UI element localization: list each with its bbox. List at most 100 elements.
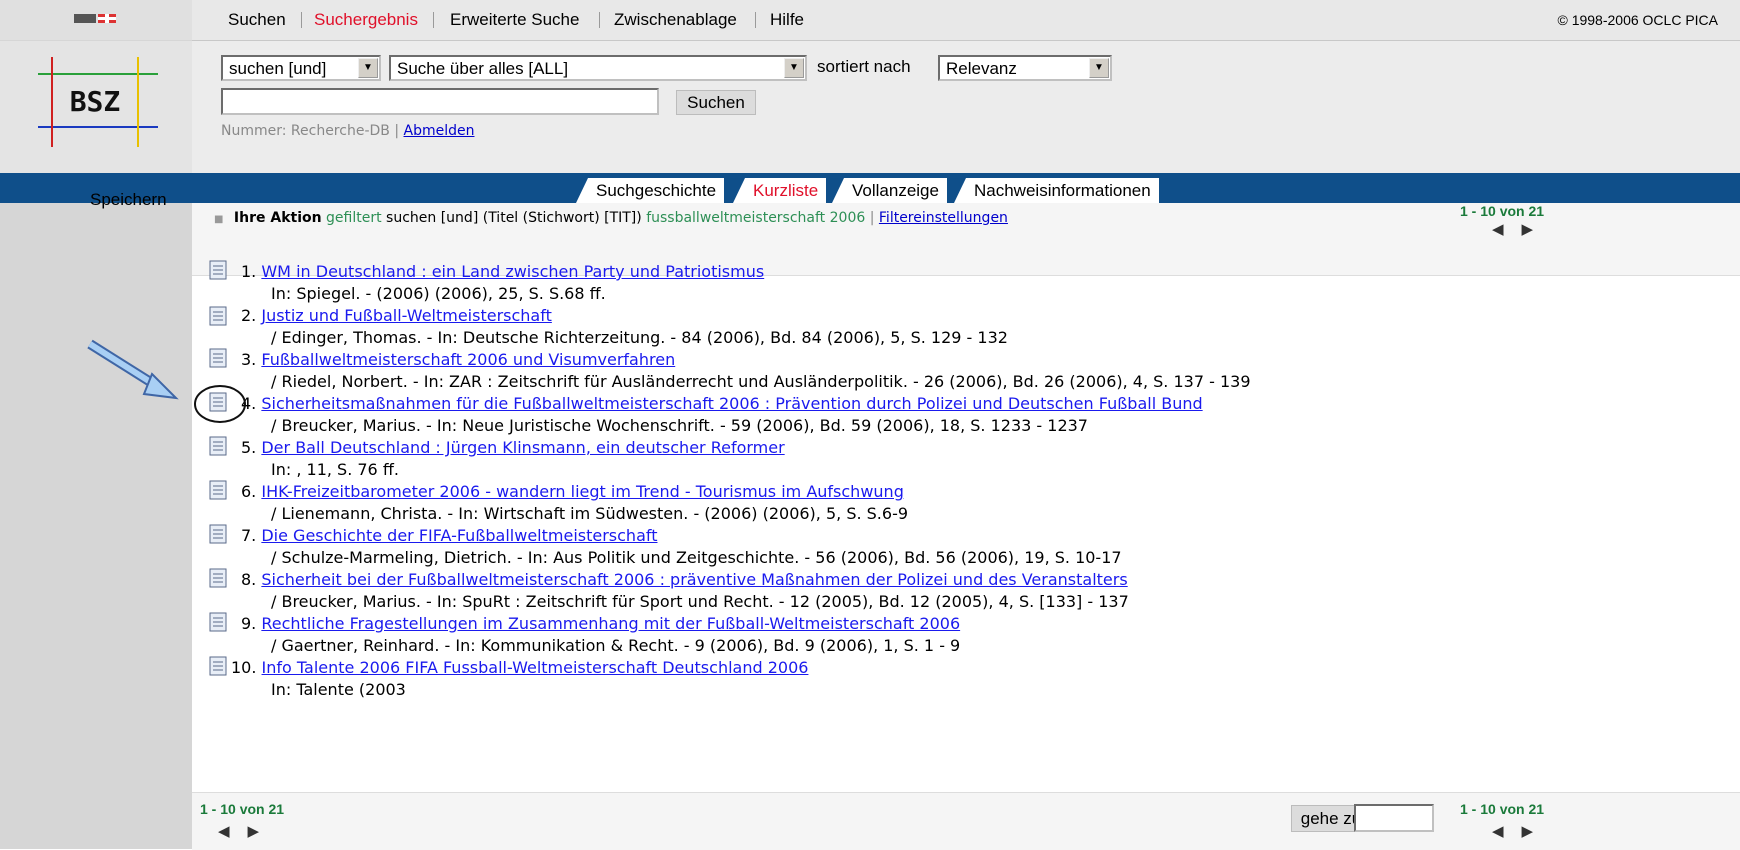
result-source: / Lienemann, Christa. - In: Wirtschaft i… [271, 504, 909, 523]
search-mode-value: suchen [und] [229, 59, 327, 78]
result-source: / Edinger, Thomas. - In: Deutsche Richte… [271, 328, 1008, 347]
triangle-left-icon[interactable]: ◀ [218, 822, 248, 840]
session-label: Nummer: Recherche-DB | [221, 123, 400, 139]
bsz-logo[interactable]: BSZ [38, 57, 158, 147]
action-description: ■ Ihre Aktion gefiltert suchen [und] (Ti… [214, 210, 1008, 226]
chevron-down-icon[interactable]: ▼ [358, 58, 378, 78]
sort-value: Relevanz [946, 59, 1017, 78]
result-number: 6. [241, 482, 257, 501]
tab-vollanzeige[interactable]: Vollanzeige [844, 178, 947, 203]
result-number: 7. [241, 526, 257, 545]
bullet-icon: ■ [214, 214, 224, 225]
document-icon[interactable] [209, 480, 227, 500]
document-icon[interactable] [209, 306, 227, 326]
chevron-down-icon[interactable]: ▼ [1089, 58, 1109, 78]
pager-bottom-right: 1 - 10 von 21 [1460, 801, 1545, 817]
result-title-link[interactable]: Sicherheitsmaßnahmen für die Fußballwelt… [261, 394, 1202, 413]
german-flag-icon[interactable] [74, 14, 96, 23]
document-icon[interactable] [209, 656, 227, 676]
filter-settings-link[interactable]: Filtereinstellungen [879, 210, 1008, 226]
result-number: 10. [231, 658, 257, 677]
document-icon[interactable] [209, 260, 227, 280]
save-link[interactable]: Speichern [90, 190, 167, 210]
tab-corner [733, 178, 745, 203]
result-number: 2. [241, 306, 257, 325]
result-number: 8. [241, 570, 257, 589]
result-title-link[interactable]: Info Talente 2006 FIFA Fussball-Weltmeis… [262, 658, 809, 677]
result-source: In: , 11, S. 76 ff. [271, 460, 399, 479]
menu-separator [755, 12, 756, 28]
tab-corner [576, 178, 588, 203]
result-source: / Riedel, Norbert. - In: ZAR : Zeitschri… [271, 372, 1251, 391]
search-input[interactable] [221, 88, 659, 115]
action-label: Ihre Aktion [233, 210, 322, 226]
result-title-link[interactable]: Die Geschichte der FIFA-Fußballweltmeist… [261, 526, 657, 545]
search-button[interactable]: Suchen [676, 90, 756, 115]
logout-link[interactable]: Abmelden [404, 123, 475, 139]
goto-page-input[interactable] [1354, 804, 1434, 832]
result-title-row: 3. Fußballweltmeisterschaft 2006 und Vis… [241, 350, 675, 369]
action-filtered: gefiltert [326, 210, 382, 226]
result-title-row: 1. WM in Deutschland : ein Land zwischen… [241, 262, 764, 281]
result-source: / Breucker, Marius. - In: SpuRt : Zeitsc… [271, 592, 1129, 611]
result-title-link[interactable]: IHK-Freizeitbarometer 2006 - wandern lie… [261, 482, 903, 501]
document-icon[interactable] [209, 524, 227, 544]
result-title-link[interactable]: Der Ball Deutschland : Jürgen Klinsmann,… [261, 438, 784, 457]
document-icon[interactable] [209, 568, 227, 588]
triangle-left-icon[interactable]: ◀ [1492, 220, 1522, 238]
result-title-row: 4. Sicherheitsmaßnahmen für die Fußballw… [241, 394, 1203, 413]
action-query: suchen [und] (Titel (Stichwort) [TIT]) [386, 210, 642, 226]
menu-separator [433, 12, 434, 28]
result-title-row: 6. IHK-Freizeitbarometer 2006 - wandern … [241, 482, 904, 501]
result-title-link[interactable]: Rechtliche Fragestellungen im Zusammenha… [261, 614, 960, 633]
result-title-row: 2. Justiz und Fußball-Weltmeisterschaft [241, 306, 552, 325]
search-panel: suchen [und] ▼ Suche über alles [ALL] ▼ … [192, 41, 1740, 173]
result-title-link[interactable]: Sicherheit bei der Fußballweltmeistersch… [261, 570, 1127, 589]
search-index-select[interactable]: Suche über alles [ALL] ▼ [389, 55, 807, 81]
result-title-row: 8. Sicherheit bei der Fußballweltmeister… [241, 570, 1128, 589]
tab-corner [832, 178, 844, 203]
sort-select[interactable]: Relevanz ▼ [938, 55, 1112, 81]
session-info: Nummer: Recherche-DB | Abmelden [221, 123, 474, 139]
top-menu-bar: Suchen Suchergebnis Erweiterte Suche Zwi… [192, 0, 1740, 41]
result-title-link[interactable]: Fußballweltmeisterschaft 2006 und Visumv… [261, 350, 675, 369]
chevron-down-icon[interactable]: ▼ [784, 58, 804, 78]
search-index-value: Suche über alles [ALL] [397, 59, 569, 78]
menu-separator [599, 12, 600, 28]
logo-text: BSZ [70, 85, 121, 118]
document-icon[interactable] [209, 612, 227, 632]
triangle-left-icon[interactable]: ◀ [1492, 822, 1522, 840]
pager-bottom-left-arrows: ◀▶ [218, 822, 277, 840]
result-title-row: 5. Der Ball Deutschland : Jürgen Klinsma… [241, 438, 785, 457]
triangle-right-icon[interactable]: ▶ [1522, 220, 1552, 238]
result-source: / Schulze-Marmeling, Dietrich. - In: Aus… [271, 548, 1122, 567]
pager-bottom-right-arrows: ◀▶ [1492, 822, 1551, 840]
logo-area: BSZ [0, 41, 192, 173]
triangle-right-icon[interactable]: ▶ [248, 822, 278, 840]
result-title-row: 10. Info Talente 2006 FIFA Fussball-Welt… [231, 658, 808, 677]
result-source: In: Talente (2003 [271, 680, 406, 699]
copyright-notice: © 1998-2006 OCLC PICA [1557, 12, 1718, 28]
tab-suchgeschichte[interactable]: Suchgeschichte [588, 178, 725, 203]
action-term: fussballweltmeisterschaft 2006 [646, 210, 866, 226]
result-source: / Gaertner, Reinhard. - In: Kommunikatio… [271, 636, 961, 655]
uk-flag-icon[interactable] [98, 14, 116, 23]
menu-zwischenablage[interactable]: Zwischenablage [614, 0, 737, 40]
menu-erweiterte-suche[interactable]: Erweiterte Suche [450, 0, 579, 40]
highlight-circle [194, 385, 246, 423]
tab-nachweisinformationen[interactable]: Nachweisinformationen [966, 178, 1159, 203]
result-title-link[interactable]: Justiz und Fußball-Weltmeisterschaft [261, 306, 552, 325]
tab-kurzliste[interactable]: Kurzliste [745, 178, 827, 203]
search-mode-select[interactable]: suchen [und] ▼ [221, 55, 381, 81]
menu-suchen[interactable]: Suchen [228, 0, 286, 40]
language-switcher[interactable] [0, 0, 192, 40]
menu-suchergebnis[interactable]: Suchergebnis [314, 0, 418, 40]
triangle-right-icon[interactable]: ▶ [1522, 822, 1552, 840]
result-title-link[interactable]: WM in Deutschland : ein Land zwischen Pa… [261, 262, 764, 281]
pager-top: 1 - 10 von 21 [1460, 203, 1545, 219]
menu-hilfe[interactable]: Hilfe [770, 0, 804, 40]
footer-bar: 1 - 10 von 21 ◀▶ gehe zu 1 - 10 von 21 ◀… [192, 792, 1740, 850]
result-source: In: Spiegel. - (2006) (2006), 25, S. S.6… [271, 284, 606, 303]
result-number: 9. [241, 614, 257, 633]
result-source: / Breucker, Marius. - In: Neue Juristisc… [271, 416, 1088, 435]
